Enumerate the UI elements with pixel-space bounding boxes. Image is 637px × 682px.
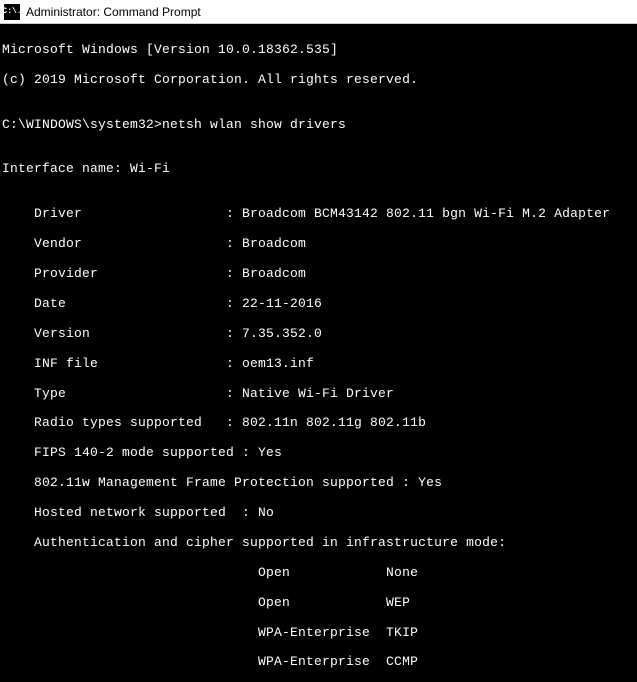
titlebar[interactable]: C:\. Administrator: Command Prompt	[0, 0, 637, 24]
command-line: C:\WINDOWS\system32>netsh wlan show driv…	[2, 118, 635, 133]
output-line: Interface name: Wi-Fi	[2, 162, 635, 177]
output-line: FIPS 140-2 mode supported : Yes	[2, 446, 635, 461]
output-line: Open None	[2, 566, 635, 581]
output-line: Provider : Broadcom	[2, 267, 635, 282]
output-line: 802.11w Management Frame Protection supp…	[2, 476, 635, 491]
output-line: Open WEP	[2, 596, 635, 611]
output-line: Vendor : Broadcom	[2, 237, 635, 252]
output-line: WPA-Enterprise TKIP	[2, 626, 635, 641]
output-line: Version : 7.35.352.0	[2, 327, 635, 342]
output-line: Type : Native Wi-Fi Driver	[2, 387, 635, 402]
output-line: Hosted network supported : No	[2, 506, 635, 521]
output-line: Radio types supported : 802.11n 802.11g …	[2, 416, 635, 431]
output-line: Driver : Broadcom BCM43142 802.11 bgn Wi…	[2, 207, 635, 222]
window-title: Administrator: Command Prompt	[26, 5, 201, 19]
command-prompt-window: C:\. Administrator: Command Prompt Micro…	[0, 0, 637, 682]
output-line: (c) 2019 Microsoft Corporation. All righ…	[2, 73, 635, 88]
output-line: Microsoft Windows [Version 10.0.18362.53…	[2, 43, 635, 58]
output-line: WPA-Enterprise CCMP	[2, 655, 635, 670]
output-line: INF file : oem13.inf	[2, 357, 635, 372]
output-line: Authentication and cipher supported in i…	[2, 536, 635, 551]
output-line: Date : 22-11-2016	[2, 297, 635, 312]
terminal-area[interactable]: Microsoft Windows [Version 10.0.18362.53…	[0, 24, 637, 682]
cmd-icon: C:\.	[4, 4, 20, 20]
